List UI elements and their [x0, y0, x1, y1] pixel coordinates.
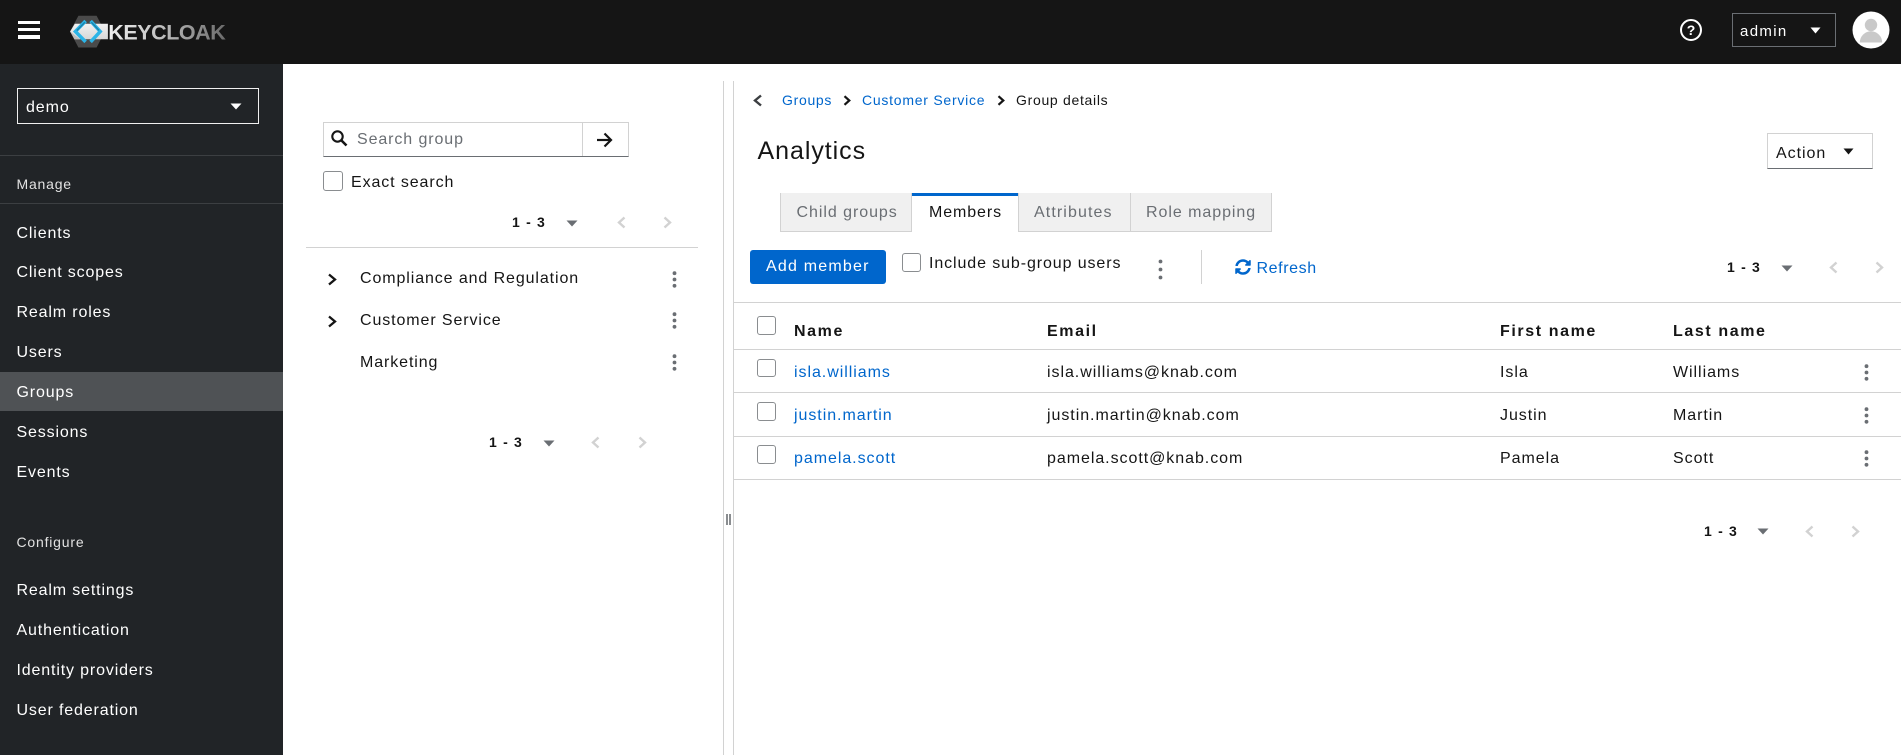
svg-text:KEYCLOAK: KEYCLOAK	[108, 21, 226, 45]
